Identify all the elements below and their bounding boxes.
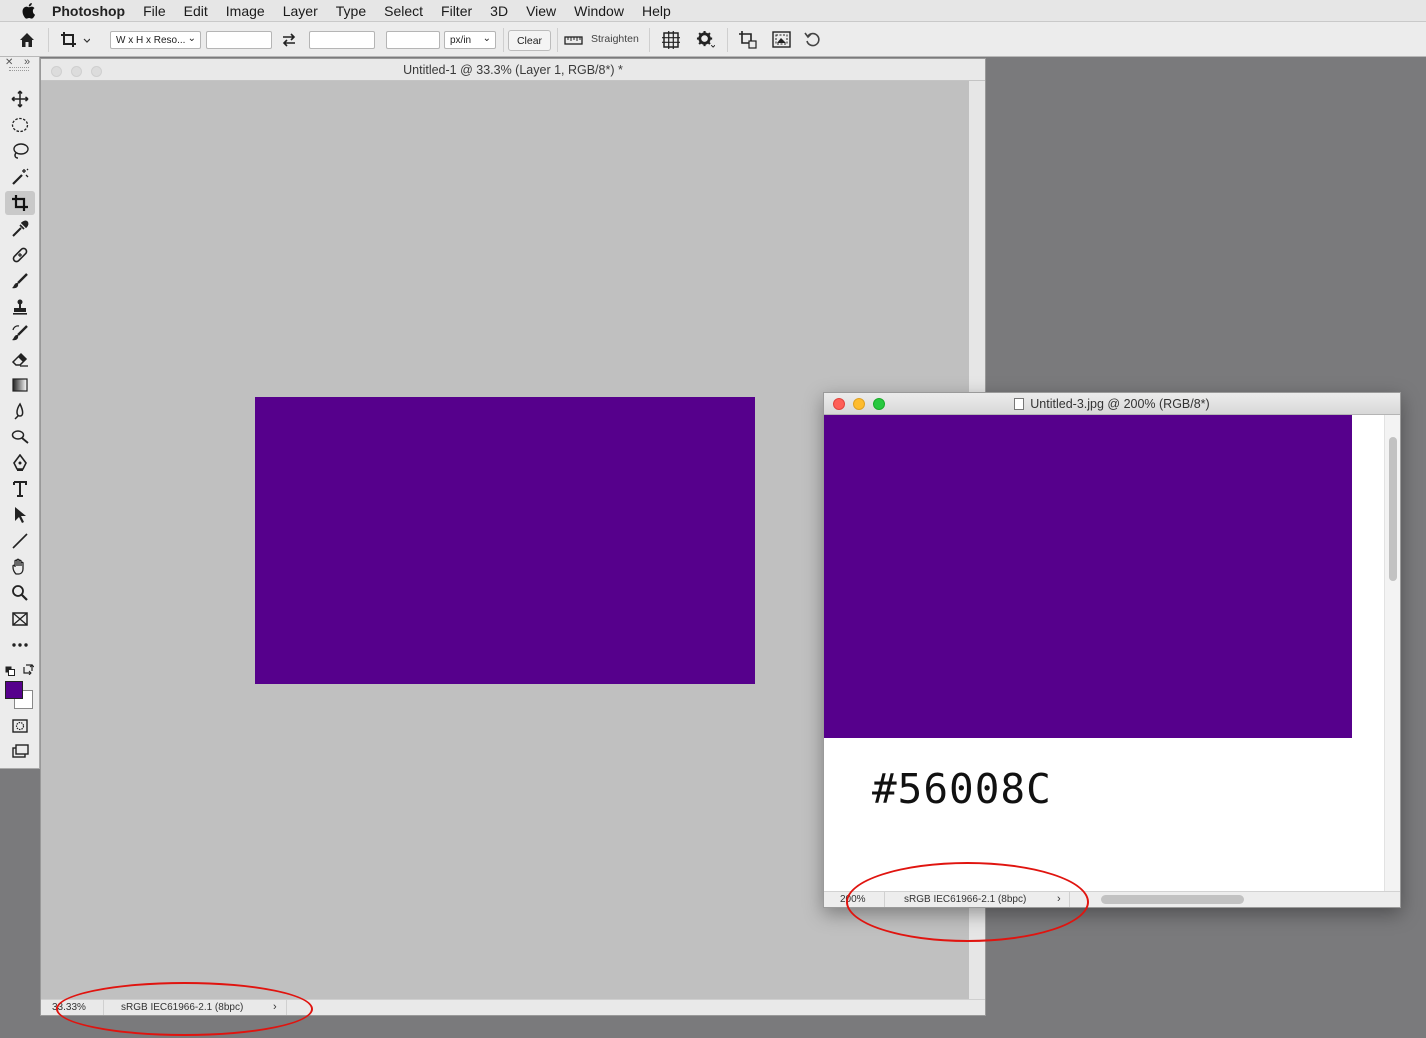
document-file-icon (1014, 397, 1025, 410)
stamp-icon[interactable] (5, 295, 35, 319)
app-name-menu[interactable]: Photoshop (52, 3, 125, 19)
menu-file[interactable]: File (143, 3, 166, 19)
crop-preset-icon[interactable] (60, 22, 90, 57)
reset-icon[interactable] (804, 22, 821, 57)
line-icon[interactable] (5, 529, 35, 553)
options-divider (649, 28, 650, 52)
document-title: Untitled-3.jpg @ 200% (RGB/8*) (1030, 396, 1210, 411)
pen-icon[interactable] (5, 451, 35, 475)
brush-icon[interactable] (5, 269, 35, 293)
close-window-button[interactable] (51, 66, 62, 77)
default-colors-icon[interactable] (5, 663, 15, 676)
content-aware-icon[interactable] (772, 22, 791, 57)
swap-dimensions-icon[interactable] (281, 22, 297, 57)
menu-edit[interactable]: Edit (184, 3, 208, 19)
clear-button[interactable]: Clear (508, 30, 551, 51)
window-controls-inactive (51, 66, 102, 77)
menu-select[interactable]: Select (384, 3, 423, 19)
crop-preset-label: W x H x Reso... (116, 34, 186, 46)
zoom-window-button[interactable] (91, 66, 102, 77)
resolution-input[interactable] (386, 31, 440, 49)
menu-3d[interactable]: 3D (490, 3, 508, 19)
frame-icon[interactable] (5, 607, 35, 631)
zoom-icon[interactable] (5, 581, 35, 605)
document-titlebar[interactable]: Untitled-3.jpg @ 200% (RGB/8*) (824, 393, 1400, 415)
options-divider (727, 28, 728, 52)
menu-bar: Photoshop File Edit Image Layer Type Sel… (0, 0, 1426, 22)
document-title: Untitled-1 @ 33.3% (Layer 1, RGB/8*) * (403, 62, 623, 77)
apple-icon[interactable] (20, 2, 38, 20)
type-icon[interactable] (5, 477, 35, 501)
menu-image[interactable]: Image (226, 3, 265, 19)
zoom-window-button[interactable] (873, 398, 885, 410)
crop-preset-select[interactable]: W x H x Reso... ⌄ (110, 31, 201, 49)
crop-height-input[interactable] (309, 31, 375, 49)
minimize-window-button[interactable] (853, 398, 865, 410)
options-divider (48, 28, 49, 52)
gradient-icon[interactable] (5, 373, 35, 397)
home-icon[interactable] (18, 22, 36, 57)
delete-cropped-pixels-icon[interactable] (738, 22, 757, 57)
options-divider (503, 28, 504, 52)
marquee-tool-icon[interactable] (5, 113, 35, 137)
quick-mask-icon[interactable] (5, 714, 35, 738)
annotation-ellipse (56, 982, 313, 1036)
close-window-button[interactable] (833, 398, 845, 410)
vertical-scroll-thumb[interactable] (1389, 437, 1397, 581)
crop-width-input[interactable] (206, 31, 272, 49)
annotation-ellipse (846, 862, 1089, 942)
document-titlebar[interactable]: Untitled-1 @ 33.3% (Layer 1, RGB/8*) * (41, 59, 985, 81)
crop-tool-icon[interactable] (5, 191, 35, 215)
options-bar: W x H x Reso... ⌄ px/in ⌄ Clear Straight… (0, 22, 1426, 57)
lasso-tool-icon[interactable] (5, 139, 35, 163)
window-controls (833, 398, 885, 410)
hand-icon[interactable] (5, 555, 35, 579)
history-brush-icon[interactable] (5, 321, 35, 345)
menu-help[interactable]: Help (642, 3, 671, 19)
swap-colors-icon[interactable] (22, 662, 35, 676)
menu-type[interactable]: Type (336, 3, 366, 19)
menu-window[interactable]: Window (574, 3, 624, 19)
screen-mode-icon[interactable] (5, 740, 35, 764)
more-tools-icon[interactable] (5, 633, 35, 657)
straighten-icon[interactable] (564, 22, 583, 57)
overlay-grid-icon[interactable] (662, 22, 680, 57)
vertical-scrollbar[interactable] (1384, 415, 1400, 893)
chevron-down-icon: ⌄ (482, 33, 491, 44)
image-color-block[interactable] (824, 415, 1352, 738)
image-canvas[interactable] (255, 397, 755, 684)
panel-grip[interactable] (9, 67, 29, 71)
path-select-icon[interactable] (5, 503, 35, 527)
eyedropper-icon[interactable] (5, 217, 35, 241)
gear-icon[interactable] (696, 22, 715, 57)
units-label: px/in (450, 34, 472, 46)
tools-panel-header: ✕ » (0, 56, 40, 71)
resolution-units-select[interactable]: px/in ⌄ (444, 31, 496, 49)
eraser-icon[interactable] (5, 347, 35, 371)
move-tool-icon[interactable] (5, 87, 35, 111)
foreground-color-swatch[interactable] (5, 681, 23, 699)
chevron-down-icon: ⌄ (187, 33, 196, 44)
hex-color-text: #56008C (872, 765, 1052, 813)
straighten-label[interactable]: Straighten (591, 33, 639, 45)
magic-wand-icon[interactable] (5, 165, 35, 189)
blur-icon[interactable] (5, 399, 35, 423)
horizontal-scroll-thumb[interactable] (1101, 895, 1244, 904)
menu-filter[interactable]: Filter (441, 3, 472, 19)
menu-layer[interactable]: Layer (283, 3, 318, 19)
options-divider (557, 28, 558, 52)
minimize-window-button[interactable] (71, 66, 82, 77)
healing-brush-icon[interactable] (5, 243, 35, 267)
dodge-icon[interactable] (5, 425, 35, 449)
menu-view[interactable]: View (526, 3, 556, 19)
document-window-untitled-3: Untitled-3.jpg @ 200% (RGB/8*) #56008C 2… (823, 392, 1401, 908)
tools-panel: ✕ » (0, 56, 40, 769)
